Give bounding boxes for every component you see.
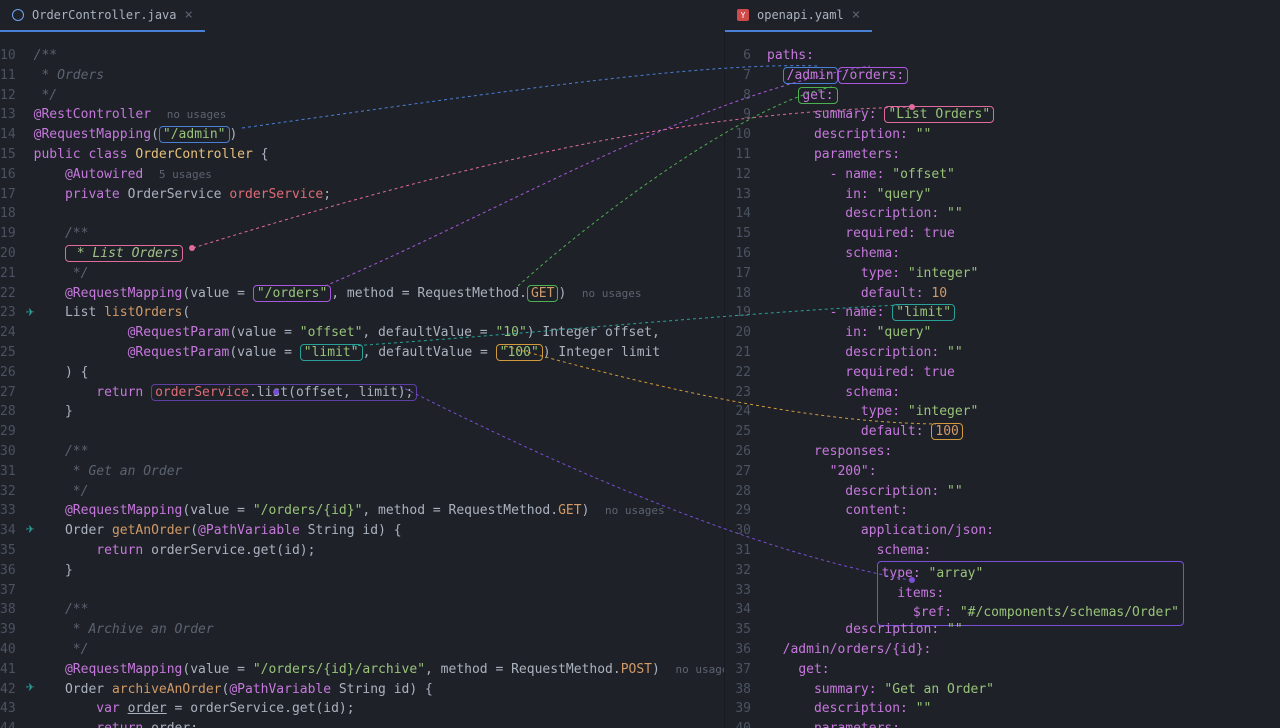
editor-left[interactable]: ✈ ✈ ✈ 1011121314151617181920212223242526…	[0, 32, 725, 728]
close-icon[interactable]: ×	[852, 7, 860, 23]
editor-right[interactable]: 6789101112131415161718192021222324252627…	[725, 32, 1280, 728]
yaml-file-icon: Y	[737, 9, 749, 21]
tab-java[interactable]: OrderController.java ×	[0, 0, 205, 32]
close-icon[interactable]: ×	[185, 7, 193, 23]
code-right[interactable]: paths: /admin/orders: get: summary: "Lis…	[767, 32, 1280, 728]
tab-yaml[interactable]: Y openapi.yaml ×	[725, 0, 872, 32]
editors: ✈ ✈ ✈ 1011121314151617181920212223242526…	[0, 32, 1280, 728]
tabs-row: OrderController.java × Y openapi.yaml ×	[0, 0, 1280, 32]
code-left[interactable]: /** * Orders */@RestController no usages…	[34, 32, 725, 728]
gutter-left: ✈ ✈ ✈ 1011121314151617181920212223242526…	[0, 32, 34, 728]
java-file-icon	[12, 9, 24, 21]
gutter-right: 6789101112131415161718192021222324252627…	[725, 32, 767, 728]
tab-yaml-label: openapi.yaml	[757, 8, 844, 22]
tab-java-label: OrderController.java	[32, 8, 177, 22]
